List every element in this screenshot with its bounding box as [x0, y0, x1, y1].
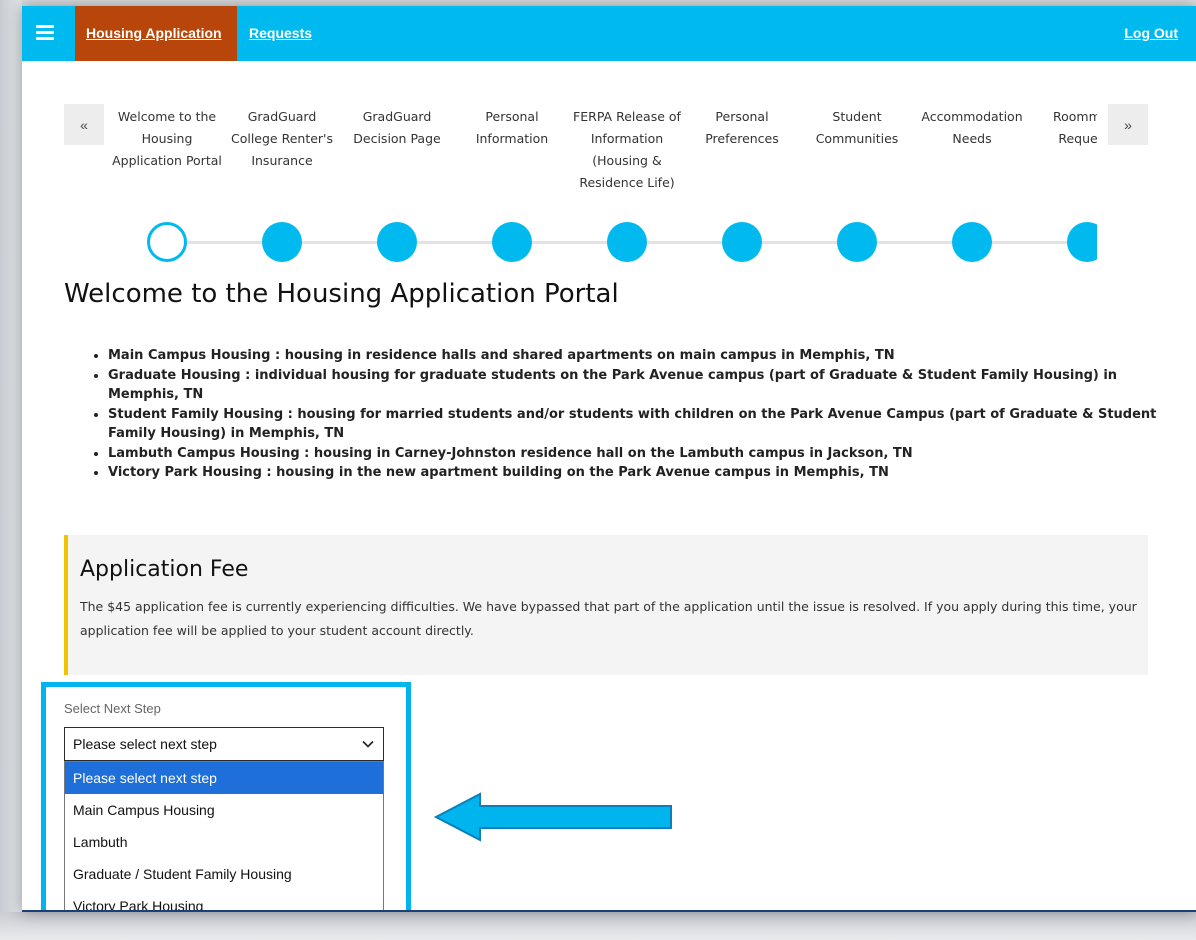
step-7[interactable]: Student Communities [802, 106, 912, 276]
step-dot-icon [1067, 222, 1097, 262]
dropdown-option[interactable]: Victory Park Housing [65, 890, 383, 910]
step-label: Personal Information [475, 109, 549, 146]
step-dot-icon [952, 222, 992, 262]
housing-options-list: Main Campus Housing : housing in residen… [82, 346, 1168, 483]
step-label: GradGuard Decision Page [353, 109, 441, 146]
next-step-dropdown-list: Please select next step Main Campus Housi… [64, 761, 384, 910]
browser-window: Housing Application Requests Log Out « »… [22, 6, 1196, 912]
step-dot-icon [722, 222, 762, 262]
chevron-down-icon [362, 740, 374, 748]
stepper-prev-button[interactable]: « [64, 104, 104, 145]
application-fee-title: Application Fee [80, 557, 249, 582]
step-label: Welcome to the Housing Application Porta… [112, 109, 222, 168]
page-title: Welcome to the Housing Application Porta… [64, 279, 619, 309]
next-step-select[interactable]: Please select next step [64, 727, 384, 761]
list-item: Victory Park Housing : housing in the ne… [108, 463, 1168, 483]
desktop-backdrop [0, 0, 22, 940]
logout-link[interactable]: Log Out [1124, 25, 1178, 41]
step-dot-icon [377, 222, 417, 262]
step-label: Accommodation Needs [921, 109, 1023, 146]
next-step-selected-value: Please select next step [73, 736, 217, 752]
step-label: FERPA Release of Information (Housing & … [573, 109, 681, 190]
hamburger-menu-icon[interactable] [36, 25, 54, 41]
step-label: Student Communities [815, 109, 899, 146]
nav-link-requests[interactable]: Requests [249, 25, 312, 41]
step-1[interactable]: Welcome to the Housing Application Porta… [112, 106, 222, 276]
dropdown-option[interactable]: Lambuth [65, 826, 383, 858]
application-stepper: Welcome to the Housing Application Porta… [112, 106, 1097, 276]
step-label: Roommate Requests [1052, 109, 1097, 146]
dropdown-option[interactable]: Graduate / Student Family Housing [65, 858, 383, 890]
list-item: Main Campus Housing : housing in residen… [108, 346, 1168, 366]
step-dot-icon [492, 222, 532, 262]
dropdown-option[interactable]: Main Campus Housing [65, 794, 383, 826]
step-dot-current-icon [147, 222, 187, 262]
step-8[interactable]: Accommodation Needs [917, 106, 1027, 276]
stepper-next-button[interactable]: » [1108, 104, 1148, 145]
step-2[interactable]: GradGuard College Renter's Insurance [227, 106, 337, 276]
step-dot-icon [262, 222, 302, 262]
step-label: GradGuard College Renter's Insurance [230, 109, 334, 168]
pointer-arrow-icon [434, 792, 672, 842]
top-navigation-bar: Housing Application Requests Log Out [22, 6, 1196, 61]
desktop-backdrop-bottom [0, 912, 1196, 940]
dropdown-option[interactable]: Please select next step [65, 762, 383, 794]
step-9[interactable]: Roommate Requests [1032, 106, 1097, 276]
step-4[interactable]: Personal Information [457, 106, 567, 276]
nav-link-housing-application[interactable]: Housing Application [86, 25, 222, 41]
list-item: Graduate Housing : individual housing fo… [108, 366, 1168, 405]
list-item: Lambuth Campus Housing : housing in Carn… [108, 444, 1168, 464]
application-fee-text: The $45 application fee is currently exp… [80, 599, 1137, 638]
next-step-label: Select Next Step [64, 701, 161, 716]
step-dot-icon [607, 222, 647, 262]
step-6[interactable]: Personal Preferences [687, 106, 797, 276]
application-fee-notice: Application Fee The $45 application fee … [64, 535, 1148, 675]
step-3[interactable]: GradGuard Decision Page [342, 106, 452, 276]
step-label: Personal Preferences [705, 109, 779, 146]
step-5[interactable]: FERPA Release of Information (Housing & … [572, 106, 682, 276]
step-dot-icon [837, 222, 877, 262]
list-item: Student Family Housing : housing for mar… [108, 405, 1168, 444]
